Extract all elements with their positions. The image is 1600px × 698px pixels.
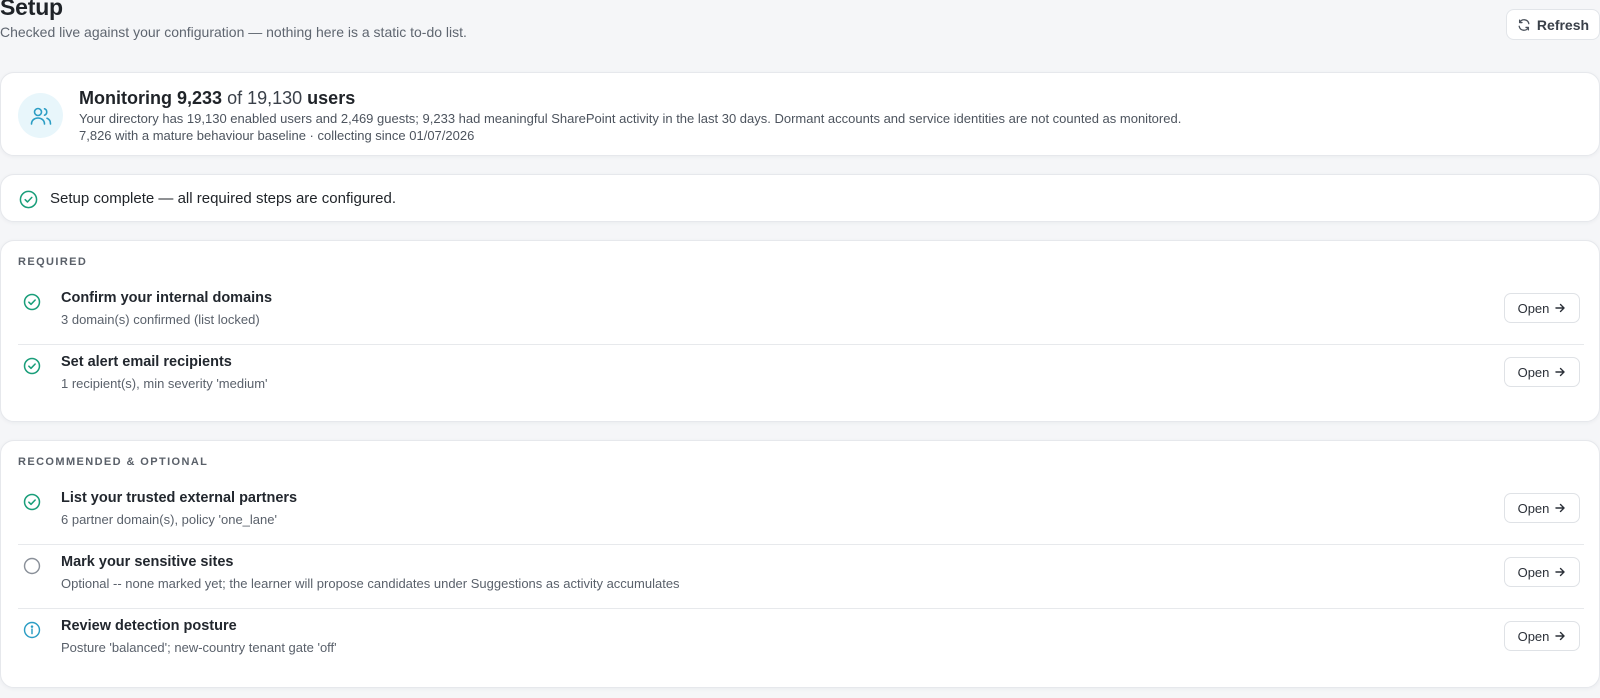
optional-step-trusted-partners: List your trusted external partners 6 pa… [18, 481, 1584, 545]
arrow-right-icon [1555, 503, 1566, 513]
check-circle-icon [23, 357, 41, 375]
open-label: Open [1517, 300, 1550, 316]
monitoring-headline: Monitoring 9,233 of 19,130 users [79, 88, 355, 109]
step-title: Review detection posture [61, 618, 237, 634]
of-label: of [227, 88, 243, 108]
step-description: Optional -- none marked yet; the learner… [61, 576, 680, 591]
check-circle-icon [19, 190, 38, 209]
open-label: Open [1517, 564, 1550, 580]
step-title: Mark your sensitive sites [61, 554, 234, 570]
open-label: Open [1517, 628, 1550, 644]
setup-status-text: Setup complete — all required steps are … [50, 190, 397, 207]
step-title: Set alert email recipients [61, 354, 232, 370]
required-section: REQUIRED Confirm your internal domains 3… [0, 240, 1600, 422]
monitoring-prefix: Monitoring [79, 88, 172, 108]
open-internal-domains-button[interactable]: Open [1504, 293, 1580, 323]
check-circle-icon [23, 493, 41, 511]
open-sensitive-sites-button[interactable]: Open [1504, 557, 1580, 587]
users-icon [30, 107, 51, 125]
users-avatar [18, 93, 63, 138]
empty-circle-icon [23, 557, 41, 575]
optional-section-label: RECOMMENDED & OPTIONAL [18, 456, 209, 468]
optional-step-sensitive-sites: Mark your sensitive sites Optional -- no… [18, 545, 1584, 609]
step-description: 1 recipient(s), min severity 'medium' [61, 376, 268, 391]
page-header: Setup Checked live against your configur… [0, 0, 1600, 60]
arrow-right-icon [1555, 367, 1566, 377]
refresh-label: Refresh [1536, 16, 1590, 33]
open-label: Open [1517, 500, 1550, 516]
step-title: List your trusted external partners [61, 490, 298, 506]
step-description: 3 domain(s) confirmed (list locked) [61, 312, 260, 327]
check-circle-icon [23, 293, 41, 311]
total-count: 19,130 [247, 88, 303, 108]
open-detection-posture-button[interactable]: Open [1504, 621, 1580, 651]
monitoring-card: Monitoring 9,233 of 19,130 users Your di… [0, 72, 1600, 156]
step-title: Confirm your internal domains [61, 290, 273, 306]
arrow-right-icon [1555, 567, 1566, 577]
refresh-button[interactable]: Refresh [1506, 9, 1600, 40]
page-title: Setup [0, 0, 63, 20]
required-step-alert-recipients: Set alert email recipients 1 recipient(s… [18, 345, 1584, 409]
arrow-right-icon [1555, 631, 1566, 641]
page-subtitle: Checked live against your configuration … [0, 24, 467, 40]
setup-status-card: Setup complete — all required steps are … [0, 174, 1600, 222]
monitored-count: 9,233 [177, 88, 223, 108]
open-trusted-partners-button[interactable]: Open [1504, 493, 1580, 523]
required-step-internal-domains: Confirm your internal domains 3 domain(s… [18, 281, 1584, 345]
open-alert-recipients-button[interactable]: Open [1504, 357, 1580, 387]
optional-step-detection-posture: Review detection posture Posture 'balanc… [18, 609, 1584, 673]
info-circle-icon [23, 621, 41, 639]
users-label: users [307, 88, 356, 108]
optional-section: RECOMMENDED & OPTIONAL List your trusted… [0, 440, 1600, 688]
refresh-icon [1518, 18, 1530, 31]
monitoring-meta: 7,826 with a mature behaviour baseline ·… [79, 128, 475, 143]
open-label: Open [1517, 364, 1550, 380]
step-description: 6 partner domain(s), policy 'one_lane' [61, 512, 277, 527]
arrow-right-icon [1555, 303, 1566, 313]
step-description: Posture 'balanced'; new-country tenant g… [61, 640, 337, 655]
monitoring-description: Your directory has 19,130 enabled users … [79, 111, 1182, 126]
required-section-label: REQUIRED [18, 256, 88, 268]
